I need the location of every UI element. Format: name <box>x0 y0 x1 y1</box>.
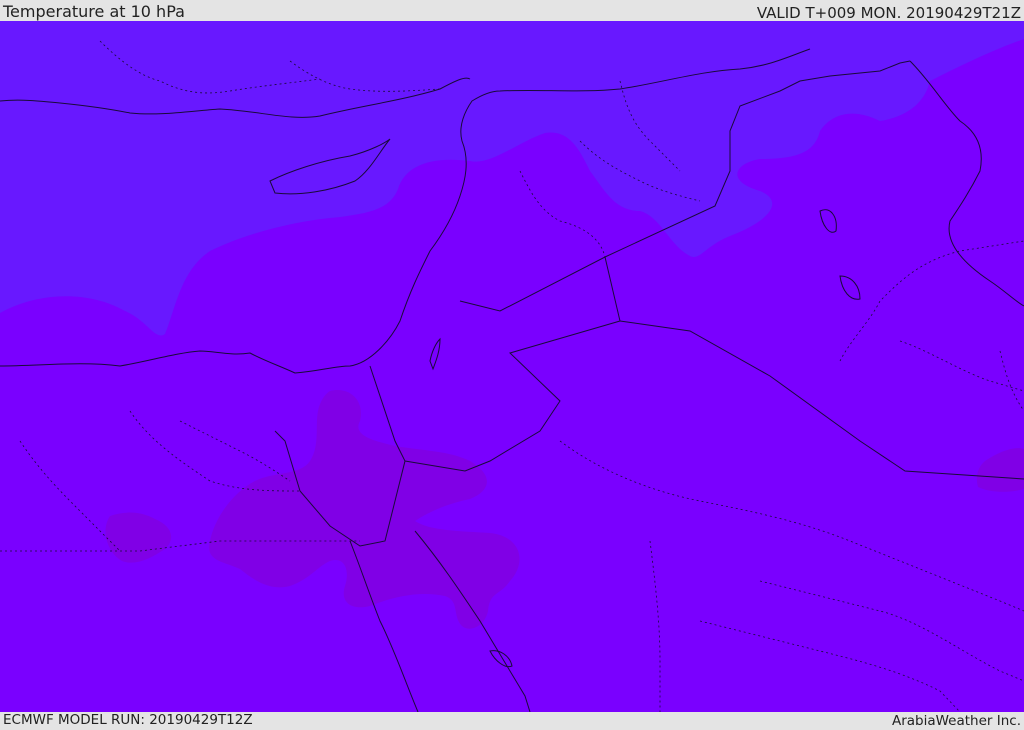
valid-time: VALID T+009 MON. 20190429T21Z <box>756 4 1021 22</box>
footer-bar: ECMWF MODEL RUN: 20190429T12Z ArabiaWeat… <box>0 712 1024 729</box>
weather-map-frame: Temperature at 10 hPa VALID T+009 MON. 2… <box>0 0 1024 729</box>
model-run-label: ECMWF MODEL RUN: 20190429T12Z <box>3 712 253 728</box>
credit-label: ArabiaWeather Inc. <box>891 713 1021 729</box>
map-title: Temperature at 10 hPa <box>3 2 185 21</box>
header-bar: Temperature at 10 hPa VALID T+009 MON. 2… <box>0 0 1024 21</box>
temperature-map <box>0 21 1024 712</box>
